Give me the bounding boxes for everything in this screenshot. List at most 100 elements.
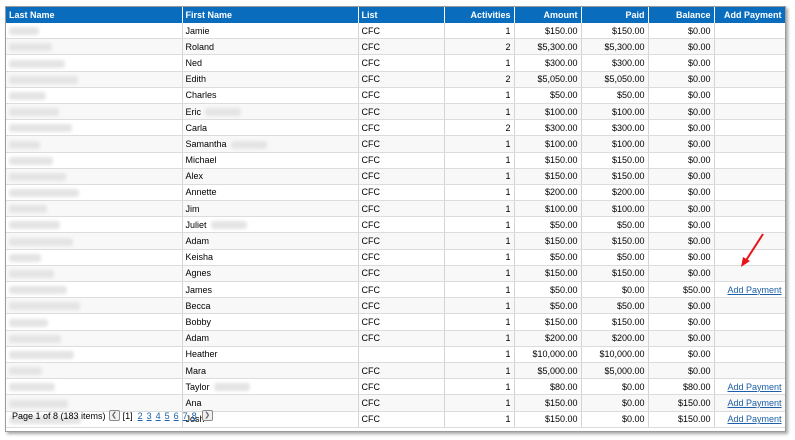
- cell-balance: $0.00: [648, 103, 715, 121]
- redacted-last-name: [9, 318, 48, 327]
- table-row: Adam CFC 1 $200.00 $200.00 $0.00: [6, 330, 785, 347]
- cell-add-payment: Add Payment: [714, 378, 785, 396]
- cell-paid: $150.00: [581, 265, 649, 283]
- pager-page-link[interactable]: 5: [165, 411, 170, 421]
- cell-last-name: [6, 103, 183, 121]
- cell-first-name: Agnes: [182, 265, 359, 283]
- redacted-first-name: [205, 108, 241, 117]
- add-payment-link[interactable]: Add Payment: [727, 285, 781, 295]
- cell-balance-text: $0.00: [687, 316, 711, 327]
- cell-add-payment: [714, 200, 785, 218]
- table-row: Eric CFC 1 $100.00 $100.00 $0.00: [6, 103, 785, 121]
- col-paid[interactable]: Paid: [581, 7, 649, 23]
- add-payment-link[interactable]: Add Payment: [727, 414, 781, 424]
- cell-list-text: CFC: [361, 381, 381, 392]
- chevron-left-icon[interactable]: ❮: [108, 410, 120, 421]
- cell-balance-text: $0.00: [687, 300, 711, 311]
- table-row: Alex CFC 1 $150.00 $150.00 $0.00: [6, 168, 785, 185]
- cell-amount: $50.00: [514, 249, 582, 266]
- cell-first-name: Ned: [182, 54, 359, 72]
- cell-amount: $10,000.00: [514, 346, 582, 363]
- cell-list: CFC: [358, 71, 445, 88]
- cell-activities: 1: [444, 103, 515, 121]
- cell-first-name: Juliet: [182, 216, 359, 234]
- col-activities[interactable]: Activities: [444, 7, 515, 23]
- cell-first-name-text: Ned: [185, 57, 203, 68]
- cell-last-name: [6, 168, 183, 185]
- cell-first-name-text: Eric: [185, 106, 202, 117]
- payments-grid: Last Name First Name List Activities Amo…: [5, 6, 786, 432]
- redacted-last-name: [9, 253, 41, 262]
- cell-list: CFC: [358, 103, 445, 121]
- redacted-last-name: [9, 156, 53, 165]
- pager-page-link[interactable]: 6: [174, 411, 179, 421]
- chevron-right-icon[interactable]: ❯: [201, 410, 213, 421]
- col-amount[interactable]: Amount: [514, 7, 582, 23]
- cell-amount-text: $50.00: [549, 300, 578, 311]
- redacted-last-name: [9, 286, 67, 295]
- pager-page-link[interactable]: 3: [147, 411, 152, 421]
- col-balance[interactable]: Balance: [648, 7, 715, 23]
- cell-first-name: Carla: [182, 119, 359, 137]
- cell-activities-text: 2: [505, 122, 511, 133]
- redacted-last-name: [9, 399, 68, 408]
- col-first-name[interactable]: First Name: [182, 7, 359, 23]
- redacted-first-name: [230, 140, 267, 149]
- cell-activities: 1: [444, 168, 515, 185]
- cell-first-name: Jim: [182, 200, 359, 218]
- cell-paid: $300.00: [581, 54, 649, 72]
- cell-amount: $100.00: [514, 200, 582, 218]
- cell-last-name: [6, 135, 183, 153]
- col-last-name[interactable]: Last Name: [6, 7, 183, 23]
- cell-list-text: CFC: [361, 316, 381, 327]
- cell-balance-text: $0.00: [687, 155, 711, 166]
- redacted-last-name: [9, 270, 54, 279]
- cell-balance: $0.00: [648, 38, 715, 56]
- add-payment-link[interactable]: Add Payment: [727, 382, 781, 392]
- cell-activities-text: 2: [505, 41, 511, 52]
- col-list[interactable]: List: [358, 7, 445, 23]
- cell-paid-text: $200.00: [611, 333, 645, 344]
- payments-table: Last Name First Name List Activities Amo…: [6, 7, 785, 428]
- pager-page-link[interactable]: 2: [138, 411, 143, 421]
- cell-paid: $50.00: [581, 249, 649, 266]
- cell-amount-text: $150.00: [544, 171, 578, 182]
- cell-paid: $0.00: [581, 281, 649, 299]
- cell-add-payment: [714, 297, 785, 315]
- cell-paid: $200.00: [581, 184, 649, 202]
- cell-activities: 1: [444, 378, 515, 396]
- cell-amount: $150.00: [514, 394, 582, 412]
- cell-last-name: [6, 38, 183, 56]
- cell-activities-text: 1: [505, 284, 511, 295]
- cell-last-name: [6, 378, 183, 396]
- cell-last-name: [6, 71, 183, 88]
- cell-paid: $100.00: [581, 200, 649, 218]
- add-payment-link[interactable]: Add Payment: [727, 398, 781, 408]
- cell-activities-text: 1: [505, 365, 511, 376]
- cell-first-name: James: [182, 281, 359, 299]
- cell-balance: $0.00: [648, 87, 715, 104]
- cell-first-name: Keisha: [182, 249, 359, 266]
- table-row: Samantha CFC 1 $100.00 $100.00 $0.00: [6, 135, 785, 153]
- cell-paid-text: $150.00: [611, 236, 645, 247]
- pager-page-link[interactable]: 8: [192, 411, 197, 421]
- cell-activities-text: 1: [505, 187, 511, 198]
- redacted-last-name: [9, 205, 47, 214]
- cell-paid: $200.00: [581, 330, 649, 347]
- pager-page-link[interactable]: 7: [183, 411, 188, 421]
- cell-activities: 1: [444, 184, 515, 202]
- cell-add-payment: [714, 346, 785, 363]
- table-row: Adam CFC 1 $150.00 $150.00 $0.00: [6, 232, 785, 250]
- cell-last-name: [6, 152, 183, 169]
- table-row: Taylor CFC 1 $80.00 $0.00 $80.00 Add Payment: [6, 378, 785, 396]
- redacted-last-name: [9, 108, 59, 117]
- cell-first-name: Ana: [182, 394, 359, 412]
- cell-balance-text: $0.00: [687, 106, 711, 117]
- cell-balance: $0.00: [648, 232, 715, 250]
- cell-first-name: Alex: [182, 168, 359, 185]
- pager-page-link[interactable]: 4: [156, 411, 161, 421]
- cell-balance: $150.00: [648, 411, 715, 428]
- cell-paid-text: $300.00: [611, 57, 645, 68]
- cell-paid: $50.00: [581, 297, 649, 315]
- cell-list: CFC: [358, 87, 445, 104]
